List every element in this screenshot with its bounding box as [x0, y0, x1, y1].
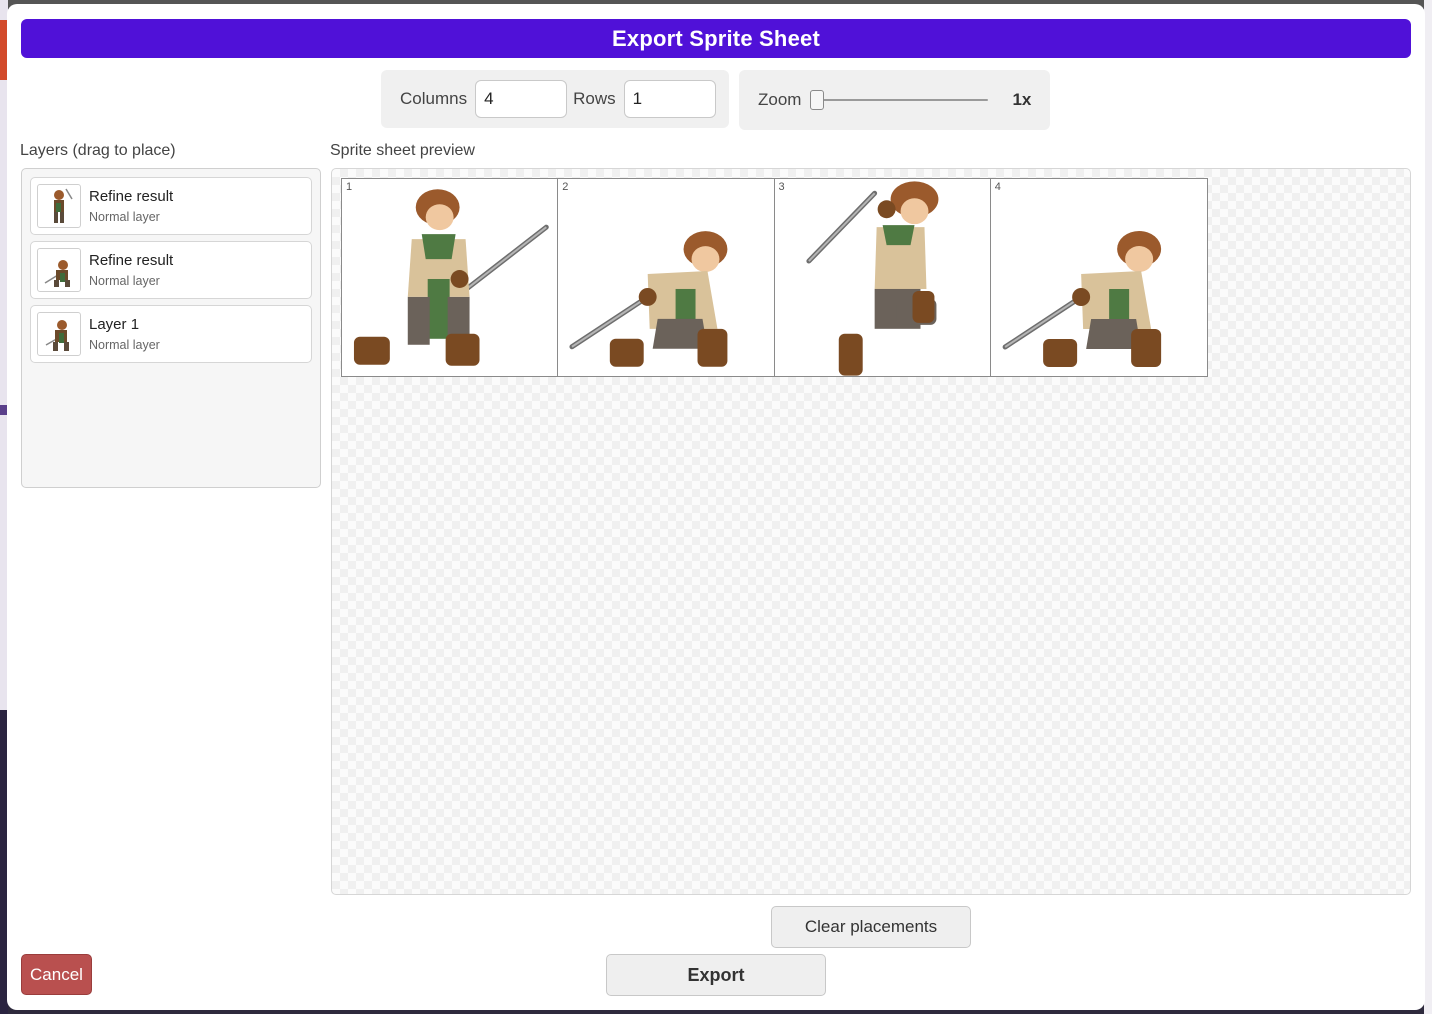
knight-crouch-sword-low-icon — [1002, 231, 1161, 367]
layer-item[interactable]: Refine result Normal layer — [30, 241, 312, 299]
sprite-sheet-preview[interactable]: 1 2 3 4 — [331, 168, 1411, 895]
knight-leap-sword-raised-icon — [805, 181, 938, 376]
knight-crouch-icon — [37, 248, 81, 292]
layer-type: Normal layer — [89, 210, 160, 224]
layers-label: Layers (drag to place) — [20, 142, 176, 159]
layer-name: Layer 1 — [89, 316, 140, 333]
layers-list: Refine result Normal layer Refine result… — [21, 168, 321, 488]
clear-placements-button[interactable]: Clear placements — [771, 906, 971, 948]
zoom-value: 1x — [1012, 90, 1032, 109]
grid-settings-panel: Columns Rows — [381, 70, 729, 128]
rows-label: Rows — [573, 89, 616, 108]
layer-name: Refine result — [89, 188, 174, 205]
zoom-panel: Zoom 1x — [739, 70, 1050, 130]
sprite-sheet-grid: 1 2 3 4 — [341, 178, 1208, 377]
knight-sword-raised-icon — [37, 184, 81, 228]
zoom-slider[interactable] — [810, 88, 989, 112]
cell-number: 3 — [778, 181, 785, 193]
knight-crouch-icon — [37, 312, 81, 356]
sprite-cell[interactable]: 2 — [558, 179, 775, 376]
dialog-title: Export Sprite Sheet — [21, 19, 1411, 58]
knight-stance-sword-up-icon — [353, 189, 549, 366]
cell-number: 1 — [346, 181, 353, 193]
export-sprite-sheet-dialog: Export Sprite Sheet Columns Rows Zoom 1x… — [7, 4, 1425, 1010]
zoom-slider-thumb[interactable] — [810, 90, 825, 110]
sprite-cell[interactable]: 1 — [342, 179, 559, 376]
sprite-cell[interactable]: 4 — [991, 179, 1207, 376]
zoom-slider-track[interactable] — [814, 99, 989, 101]
preview-label: Sprite sheet preview — [330, 142, 475, 159]
rows-input[interactable] — [623, 80, 716, 118]
layer-name: Refine result — [89, 252, 174, 269]
cell-number: 4 — [994, 181, 1001, 193]
backdrop-right — [1424, 0, 1432, 1014]
layer-type: Normal layer — [89, 274, 160, 288]
sprite-cell[interactable]: 3 — [775, 179, 991, 376]
layer-item[interactable]: Layer 1 Normal layer — [30, 305, 312, 363]
knight-crouch-sword-low-icon — [569, 231, 728, 367]
layer-type: Normal layer — [89, 338, 160, 352]
export-button[interactable]: Export — [606, 954, 826, 996]
columns-input[interactable] — [475, 80, 568, 118]
layer-item[interactable]: Refine result Normal layer — [30, 177, 312, 235]
cell-number: 2 — [562, 181, 569, 193]
zoom-label: Zoom — [758, 90, 802, 109]
columns-label: Columns — [400, 89, 468, 108]
cancel-button[interactable]: Cancel — [21, 954, 92, 995]
